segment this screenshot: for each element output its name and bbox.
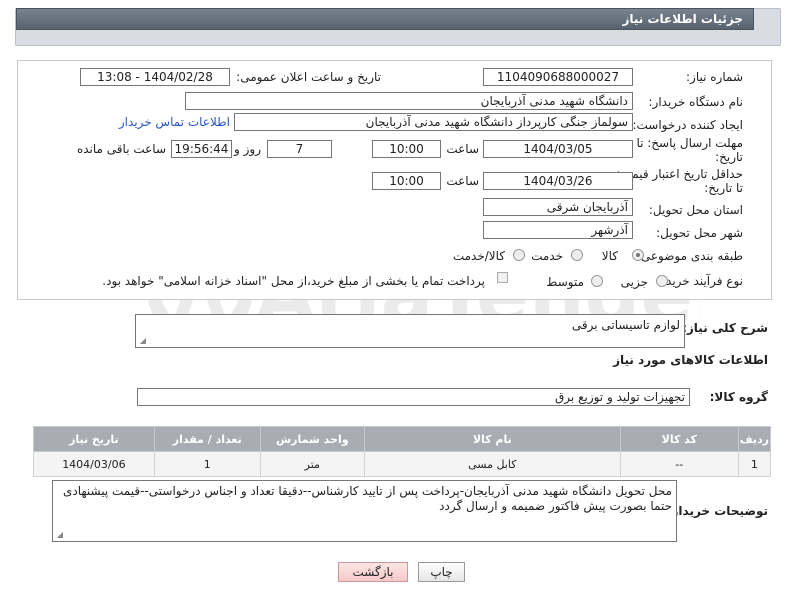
category-goods-radio[interactable] (632, 249, 644, 261)
summary-label: شرح کلی نیاز: (682, 321, 768, 335)
category-goods-service-label: کالا/خدمت (452, 249, 505, 263)
reply-deadline-days-field: 7 (267, 140, 332, 158)
col-item-code: کد کالا (619, 426, 739, 452)
need-number-field: 1104090688000027 (483, 68, 633, 86)
process-minor-radio[interactable] (656, 275, 668, 287)
city-label: شهر محل تحویل: (656, 226, 743, 240)
category-goods-label: کالا (601, 249, 618, 263)
price-validity-time-field: 10:00 (372, 172, 441, 190)
category-service-label: خدمت (531, 249, 563, 263)
reply-deadline-date-field: 1404/03/05 (483, 140, 633, 158)
buyer-org-field: دانشگاه شهید مدنی آذربایجان (185, 92, 633, 110)
buyer-notes-field: محل تحویل دانشگاه شهید مدنی آذربایجان-پر… (52, 480, 677, 542)
goods-group-label: گروه کالا: (709, 390, 768, 404)
price-validity-time-label: ساعت (446, 174, 479, 188)
reply-deadline-time-label: ساعت (446, 142, 479, 156)
reply-deadline-time-field: 10:00 (372, 140, 441, 158)
col-item-name: نام کالا (363, 426, 621, 452)
treasury-bonds-note: پرداخت تمام یا بخشی از مبلغ خرید،از محل … (102, 274, 485, 288)
cell-item-name: کابل مسی (363, 451, 621, 477)
announce-datetime-label: تاریخ و ساعت اعلان عمومی: (236, 70, 381, 84)
print-button[interactable]: چاپ (418, 562, 465, 582)
province-field: آذربایجان شرقی (483, 198, 633, 216)
goods-group-field: تجهیزات تولید و توزیع برق (137, 388, 690, 406)
price-validity-date-field: 1404/03/26 (483, 172, 633, 190)
table-row: 1 -- کابل مسی متر 1 1404/03/06 (33, 451, 772, 477)
process-minor-label: جزیی (620, 275, 648, 289)
category-label: طبقه بندی موضوعی: (636, 249, 743, 263)
buyer-org-label: نام دستگاه خریدار: (648, 95, 744, 109)
buyer-notes-label: توضیحات خریدار: (666, 504, 768, 518)
price-validity-label-2: تا تاریخ: (704, 181, 743, 195)
city-field: آذرشهر (483, 221, 633, 239)
need-number-label: شماره نیاز: (686, 70, 743, 84)
reply-deadline-label: مهلت ارسال پاسخ: تا (636, 136, 743, 150)
requester-field: سولماز جنگی کارپرداز دانشگاه شهید مدنی آ… (234, 113, 633, 131)
announce-datetime-field: 1404/02/28 - 13:08 (80, 68, 230, 86)
days-and-label: روز و (234, 142, 261, 156)
summary-value: لوازم تاسیساتی برقی (571, 318, 680, 332)
cell-row-number: 1 (737, 451, 772, 477)
buyer-contact-link[interactable]: اطلاعات تماس خریدار (119, 115, 230, 129)
col-need-date: تاریخ نیاز (33, 426, 155, 452)
process-medium-radio[interactable] (591, 275, 603, 287)
cell-need-date: 1404/03/06 (33, 451, 155, 477)
requester-label: ایجاد کننده درخواست: (632, 118, 743, 132)
province-label: استان محل تحویل: (648, 203, 743, 217)
price-validity-label: حداقل تاریخ اعتبار قیمت: (616, 167, 743, 181)
remaining-time-label: ساعت باقی مانده (76, 142, 166, 156)
process-medium-label: متوسط (546, 275, 584, 289)
cell-item-code: -- (619, 451, 739, 477)
col-row-number: ردیف (737, 426, 772, 452)
remaining-time-field: 19:56:44 (171, 140, 232, 158)
cell-quantity: 1 (153, 451, 261, 477)
category-goods-service-radio[interactable] (513, 249, 525, 261)
purchase-process-label: نوع فرآیند خرید : (658, 274, 743, 288)
goods-section-title: اطلاعات کالاهای مورد نیاز (613, 353, 768, 367)
col-quantity: تعداد / مقدار (153, 426, 261, 452)
summary-field: لوازم تاسیساتی برقی ◢ (135, 314, 685, 348)
col-unit: واحد شمارش (259, 426, 365, 452)
cell-unit: متر (259, 451, 365, 477)
resize-grip-icon[interactable]: ◢ (138, 337, 146, 345)
buyer-notes-value: محل تحویل دانشگاه شهید مدنی آذربایجان-پر… (63, 484, 672, 513)
page-title-bar: جزئیات اطلاعات نیاز (16, 8, 754, 30)
page-title: جزئیات اطلاعات نیاز (622, 12, 743, 26)
back-button[interactable]: بازگشت (338, 562, 408, 582)
category-service-radio[interactable] (571, 249, 583, 261)
goods-table-header: ردیف کد کالا نام کالا واحد شمارش تعداد /… (33, 426, 772, 452)
goods-table: ردیف کد کالا نام کالا واحد شمارش تعداد /… (33, 426, 772, 477)
treasury-bonds-checkbox[interactable] (497, 272, 508, 283)
resize-grip-icon[interactable]: ◢ (55, 531, 63, 539)
reply-deadline-label-2: تاریخ: (715, 150, 743, 164)
